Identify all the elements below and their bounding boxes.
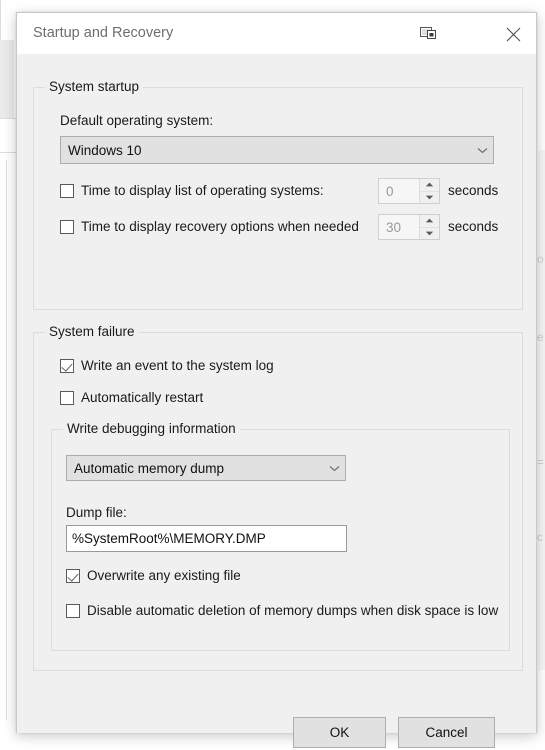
timeout-os-unit: seconds — [448, 183, 524, 198]
timeout-recovery-spinner[interactable]: 30 — [378, 214, 440, 240]
write-event-checkbox-row[interactable]: Write an event to the system log — [60, 358, 274, 373]
background-ghost-text-1: o — [537, 252, 545, 266]
timeout-os-spinner[interactable]: 0 — [378, 178, 440, 204]
dialog-body: System startup Default operating system:… — [17, 55, 536, 733]
auto-restart-checkbox[interactable] — [60, 391, 74, 405]
write-event-checkbox[interactable] — [60, 359, 74, 373]
auto-restart-label: Automatically restart — [81, 390, 203, 405]
overwrite-checkbox-row[interactable]: Overwrite any existing file — [66, 568, 241, 583]
background-window-side-rule — [6, 160, 7, 720]
background-window-divider — [0, 118, 16, 119]
dump-file-input[interactable]: %SystemRoot%\MEMORY.DMP — [66, 525, 347, 552]
timeout-recovery-checkbox[interactable] — [60, 220, 74, 234]
disable-deletion-label: Disable automatic deletion of memory dum… — [87, 603, 498, 618]
dump-file-label: Dump file: — [66, 505, 127, 520]
write-debugging-information-legend: Write debugging information — [63, 421, 240, 436]
dump-type-value: Automatic memory dump — [67, 461, 323, 476]
write-event-label: Write an event to the system log — [81, 358, 274, 373]
system-failure-group: System failure Write an event to the sys… — [33, 332, 523, 671]
spinner-down-icon[interactable] — [420, 192, 439, 204]
disable-deletion-checkbox-row[interactable]: Disable automatic deletion of memory dum… — [66, 603, 510, 618]
background-window-edge — [0, 0, 1, 40]
timeout-recovery-checkbox-row[interactable]: Time to display recovery options when ne… — [60, 219, 359, 234]
timeout-recovery-label: Time to display recovery options when ne… — [81, 219, 359, 234]
background-window-strip — [0, 40, 14, 118]
spinner-up-icon[interactable] — [420, 179, 439, 192]
default-os-label: Default operating system: — [60, 113, 213, 128]
ok-button[interactable]: OK — [293, 717, 386, 748]
system-startup-legend: System startup — [45, 79, 143, 94]
close-button[interactable] — [490, 13, 536, 55]
default-os-value: Windows 10 — [61, 143, 471, 158]
spinner-up-icon[interactable] — [420, 215, 439, 228]
startup-and-recovery-dialog: Startup and Recovery System startup Defa… — [16, 12, 537, 733]
background-window-right-panel — [538, 150, 545, 670]
background-ghost-text-3: = — [537, 455, 545, 469]
overwrite-label: Overwrite any existing file — [87, 568, 241, 583]
write-debugging-information-group: Write debugging information Automatic me… — [51, 429, 510, 651]
timeout-os-checkbox[interactable] — [60, 184, 74, 198]
timeout-recovery-spin-buttons[interactable] — [419, 215, 439, 239]
system-failure-legend: System failure — [45, 324, 139, 339]
timeout-os-value: 0 — [379, 179, 419, 203]
system-startup-group: System startup Default operating system:… — [33, 87, 523, 310]
dump-file-value: %SystemRoot%\MEMORY.DMP — [67, 531, 266, 546]
timeout-recovery-unit: seconds — [448, 219, 524, 234]
timeout-recovery-value: 30 — [379, 215, 419, 239]
chevron-down-icon — [323, 465, 345, 472]
background-window-divider-2 — [0, 152, 16, 153]
auto-restart-checkbox-row[interactable]: Automatically restart — [60, 390, 203, 405]
background-ghost-text-4: c — [537, 530, 545, 544]
chevron-down-icon — [471, 147, 493, 154]
dialog-titlebar: Startup and Recovery — [17, 13, 536, 55]
cancel-button[interactable]: Cancel — [398, 717, 495, 748]
default-os-combobox[interactable]: Windows 10 — [60, 136, 494, 164]
dump-type-combobox[interactable]: Automatic memory dump — [66, 455, 346, 481]
overwrite-checkbox[interactable] — [66, 569, 80, 583]
background-ghost-text-2: e — [537, 330, 545, 344]
timeout-os-spin-buttons[interactable] — [419, 179, 439, 203]
dialog-title: Startup and Recovery — [33, 25, 173, 41]
display-settings-icon — [420, 27, 437, 40]
close-icon — [506, 27, 521, 42]
timeout-os-checkbox-row[interactable]: Time to display list of operating system… — [60, 183, 324, 198]
disable-deletion-checkbox[interactable] — [66, 604, 80, 618]
spinner-down-icon[interactable] — [420, 228, 439, 240]
timeout-os-label: Time to display list of operating system… — [81, 183, 324, 198]
